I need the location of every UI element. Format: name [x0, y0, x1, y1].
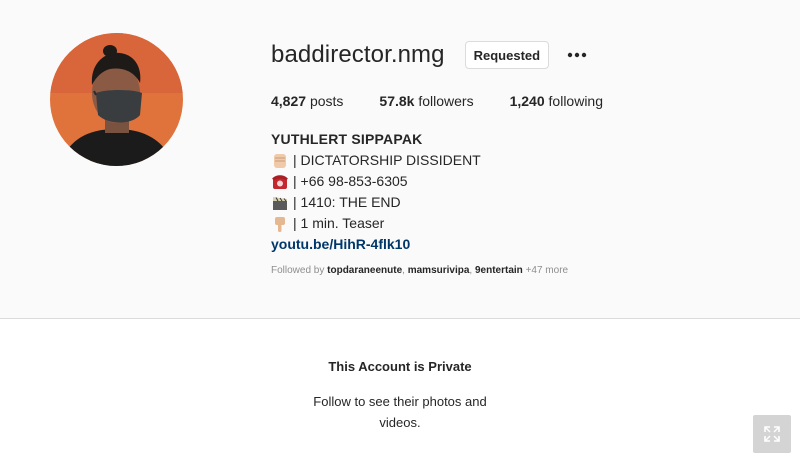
- bio-line-phone: | +66 98-853-6305: [271, 171, 481, 192]
- requested-button-label: Requested: [473, 47, 541, 63]
- profile-header: baddirector.nmg Requested 4,827 posts 57…: [0, 0, 800, 318]
- bio-line-text: | 1 min. Teaser: [293, 215, 385, 231]
- followers-label: followers: [418, 93, 474, 109]
- bio-link[interactable]: youtu.be/HihR-4flk10: [271, 234, 410, 255]
- bio-line-dissident: | DICTATORSHIP DISSIDENT: [271, 150, 481, 171]
- private-title: This Account is Private: [328, 359, 472, 374]
- posts-stat: 4,827 posts: [271, 93, 343, 109]
- profile-username: baddirector.nmg: [271, 41, 445, 68]
- bio-line-film: | 1410: THE END: [271, 192, 481, 213]
- bio-line-text: | +66 98-853-6305: [293, 173, 408, 189]
- expand-icon: [764, 426, 780, 442]
- requested-button[interactable]: Requested: [464, 41, 550, 69]
- bio-line-teaser: | 1 min. Teaser: [271, 213, 481, 234]
- avatar-photo: [50, 33, 183, 166]
- raised-fist-icon: [274, 153, 286, 168]
- profile-page: baddirector.nmg Requested 4,827 posts 57…: [0, 0, 800, 473]
- followed-by-user[interactable]: 9entertain: [475, 265, 523, 276]
- expand-button[interactable]: [753, 415, 791, 453]
- clapper-board-icon: [273, 196, 287, 210]
- telephone-icon: [272, 174, 288, 189]
- following-stat[interactable]: 1,240 following: [510, 93, 603, 109]
- profile-bio: YUTHLERT SIPPAPAK | DICTATORSHIP DISSIDE…: [271, 129, 481, 255]
- bio-link-row: youtu.be/HihR-4flk10: [271, 234, 481, 255]
- followers-count: 57.8k: [379, 93, 415, 109]
- bio-line-text: | 1410: THE END: [293, 194, 401, 210]
- full-name: YUTHLERT SIPPAPAK: [271, 131, 423, 147]
- profile-avatar[interactable]: [50, 33, 183, 166]
- following-count: 1,240: [509, 93, 545, 109]
- more-options-icon[interactable]: [565, 43, 589, 67]
- followed-by-prefix: Followed by: [271, 265, 325, 276]
- followed-by-user[interactable]: mamsurivipa: [408, 265, 470, 276]
- followed-by-user[interactable]: topdaraneenute: [327, 265, 402, 276]
- ellipsis-icon: [567, 52, 587, 58]
- posts-label: posts: [309, 93, 344, 109]
- followed-by-more[interactable]: +47 more: [526, 265, 569, 276]
- username-row: baddirector.nmg Requested: [271, 40, 589, 70]
- pointing-down-icon: [275, 216, 285, 232]
- private-subtitle: Follow to see their photos and videos.: [313, 394, 487, 430]
- bio-line-text: | DICTATORSHIP DISSIDENT: [293, 152, 481, 168]
- profile-stats: 4,827 posts 57.8k followers 1,240 follow…: [271, 93, 639, 109]
- followed-by: Followed by topdaraneenute, mamsurivipa,…: [271, 265, 569, 276]
- posts-count: 4,827: [271, 93, 307, 109]
- followers-stat[interactable]: 57.8k followers: [379, 93, 473, 109]
- private-account-notice: This Account is Private Follow to see th…: [0, 319, 800, 473]
- following-label: following: [548, 93, 604, 109]
